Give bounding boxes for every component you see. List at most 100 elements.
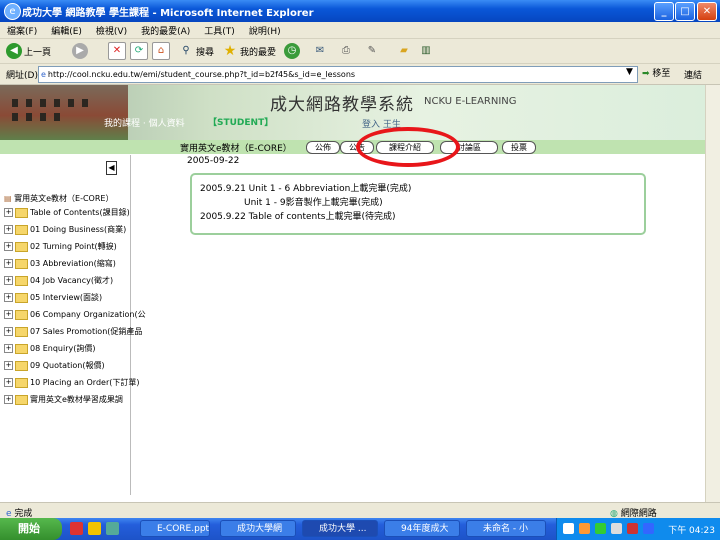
expand-icon: + <box>4 293 13 302</box>
announcement-date: 2005-09-22 <box>187 156 240 166</box>
menu-edit[interactable]: 編輯(E) <box>44 22 89 39</box>
research-button[interactable]: ▥ <box>418 42 434 60</box>
tree-item[interactable]: +08 Enquiry(詢價) <box>4 343 95 354</box>
folder-icon <box>15 258 28 269</box>
announcement-box: 2005.9.21 Unit 1 - 6 Abbreviation上載完畢(完成… <box>190 173 646 235</box>
book-icon: ▤ <box>4 194 12 203</box>
edit-icon: ✎ <box>367 45 377 56</box>
tray-icon[interactable] <box>627 523 638 534</box>
mail-icon: ✉ <box>315 45 325 56</box>
stop-button[interactable]: ✕ <box>108 42 126 60</box>
task-doc[interactable]: 94年度成大 <box>384 520 460 537</box>
minimize-button[interactable]: _ <box>654 2 674 21</box>
top-nav-links[interactable]: 我的課程 ‧ 個人資料 <box>104 116 185 129</box>
address-input[interactable]: e http://cool.ncku.edu.tw/emi/student_cou… <box>38 66 638 83</box>
tree-item[interactable]: +09 Quotation(報價) <box>4 360 105 371</box>
task-browser-1[interactable]: 成功大學網 <box>220 520 296 537</box>
task-ppt[interactable]: E-CORE.ppt <box>140 520 210 537</box>
tree-item[interactable]: +05 Interview(面談) <box>4 292 102 303</box>
menu-help[interactable]: 說明(H) <box>242 22 288 39</box>
address-dropdown-icon[interactable]: ▼ <box>626 67 633 77</box>
highlight-annotation-circle <box>356 127 460 167</box>
task-browser-2[interactable]: 成功大學 ... <box>302 520 378 537</box>
forward-arrow-icon: ▶ <box>72 43 88 59</box>
search-button[interactable]: ⚲ 搜尋 <box>178 42 214 60</box>
search-icon: ⚲ <box>182 45 190 56</box>
forward-button[interactable]: ▶ <box>72 42 88 60</box>
folder-icon: ▰ <box>400 45 408 56</box>
quicklaunch-icon[interactable] <box>88 522 101 535</box>
tree-item[interactable]: +02 Turning Point(轉捩) <box>4 241 117 252</box>
menu-tools[interactable]: 工具(T) <box>197 22 242 39</box>
edit-button[interactable]: ✎ <box>364 42 380 60</box>
expand-icon: + <box>4 276 13 285</box>
task-paint[interactable]: 未命名 - 小 <box>466 520 546 537</box>
tree-item[interactable]: + Table of Contents(課目錄) <box>4 207 130 218</box>
back-arrow-icon: ◀ <box>6 43 22 59</box>
campus-building-image <box>0 85 128 140</box>
back-label: 上一頁 <box>24 47 52 58</box>
expand-icon: + <box>4 310 13 319</box>
page-content: 成大網路教學系統 NCKU E-LEARNING 我的課程 ‧ 個人資料 【ST… <box>0 85 705 502</box>
expand-icon: + <box>4 259 13 268</box>
expand-icon: + <box>4 395 13 404</box>
clock: 下午 04:23 <box>668 526 715 536</box>
menu-view[interactable]: 檢視(V) <box>89 22 134 39</box>
folder-icon <box>15 394 28 405</box>
tray-icon[interactable] <box>611 523 622 534</box>
tree-root[interactable]: ▤ 實用英文e教材（E-CORE） <box>4 193 113 204</box>
menu-file[interactable]: 檔案(F) <box>0 22 44 39</box>
tree-item[interactable]: +06 Company Organization(公 <box>4 309 146 320</box>
tray-icon[interactable] <box>595 523 606 534</box>
quicklaunch-icon[interactable] <box>106 522 119 535</box>
menu-bar: 檔案(F) 編輯(E) 檢視(V) 我的最愛(A) 工具(T) 說明(H) <box>0 22 720 39</box>
refresh-icon: ⟳ <box>130 42 148 60</box>
favorites-button[interactable]: ★ 我的最愛 <box>222 42 276 60</box>
expand-icon: + <box>4 378 13 387</box>
search-label: 搜尋 <box>196 47 215 58</box>
go-button[interactable]: ➡ 移至 <box>642 66 670 79</box>
home-button[interactable]: ⌂ <box>152 42 170 60</box>
print-button[interactable]: ⎙ <box>338 42 354 60</box>
mail-button[interactable]: ✉ <box>312 42 328 60</box>
collapse-pane-button[interactable]: ◀ <box>106 161 117 175</box>
printer-icon: ⎙ <box>342 45 350 56</box>
refresh-button[interactable]: ⟳ <box>130 42 148 60</box>
nav-button-publish[interactable]: 公佈 <box>306 141 340 154</box>
tree-item[interactable]: +07 Sales Promotion(促銷產品 <box>4 326 142 337</box>
maximize-button[interactable]: □ <box>675 2 695 21</box>
tree-item[interactable]: +01 Doing Business(商業) <box>4 224 126 235</box>
folder-icon <box>15 241 28 252</box>
tray-icon[interactable] <box>643 523 654 534</box>
window-title: 成功大學 網路教學 學生課程 - Microsoft Internet Expl… <box>22 8 314 19</box>
expand-icon: + <box>4 242 13 251</box>
close-button[interactable]: ✕ <box>697 2 717 21</box>
books-icon: ▥ <box>421 45 431 56</box>
stop-icon: ✕ <box>108 42 126 60</box>
status-bar: e 完成 ◍ 網際網路 <box>0 502 720 519</box>
tree-item[interactable]: + 實用英文e教材學習成果調 <box>4 394 123 405</box>
quicklaunch-icon[interactable] <box>70 522 83 535</box>
tree-item[interactable]: +10 Placing an Order(下訂單) <box>4 377 139 388</box>
address-bar: 網址(D) e http://cool.ncku.edu.tw/emi/stude… <box>0 64 720 85</box>
site-title: 成大網路教學系統 <box>270 95 414 115</box>
history-icon: ◷ <box>284 43 300 59</box>
tree-item[interactable]: +04 Job Vacancy(徵才) <box>4 275 113 286</box>
folder-button[interactable]: ▰ <box>396 42 412 60</box>
tray-icon[interactable] <box>563 523 574 534</box>
links-button[interactable]: 連結 <box>684 68 702 81</box>
notice-line: 2005.9.22 Table of contents上載完畢(待完成) <box>200 212 396 222</box>
page-vertical-scrollbar[interactable] <box>705 85 720 502</box>
nav-button-vote[interactable]: 投票 <box>502 141 536 154</box>
menu-favorites[interactable]: 我的最愛(A) <box>134 22 197 39</box>
history-button[interactable]: ◷ <box>284 42 300 60</box>
expand-icon: + <box>4 361 13 370</box>
tray-icon[interactable] <box>579 523 590 534</box>
start-button[interactable]: 開始 <box>0 518 62 540</box>
course-tree-pane: ◀ ▤ 實用英文e教材（E-CORE） + Table of Contents(課… <box>0 155 146 495</box>
folder-icon <box>15 360 28 371</box>
folder-icon <box>15 309 28 320</box>
back-button[interactable]: ◀ 上一頁 <box>6 42 51 60</box>
folder-icon <box>15 326 28 337</box>
tree-item[interactable]: +03 Abbreviation(縮寫) <box>4 258 116 269</box>
